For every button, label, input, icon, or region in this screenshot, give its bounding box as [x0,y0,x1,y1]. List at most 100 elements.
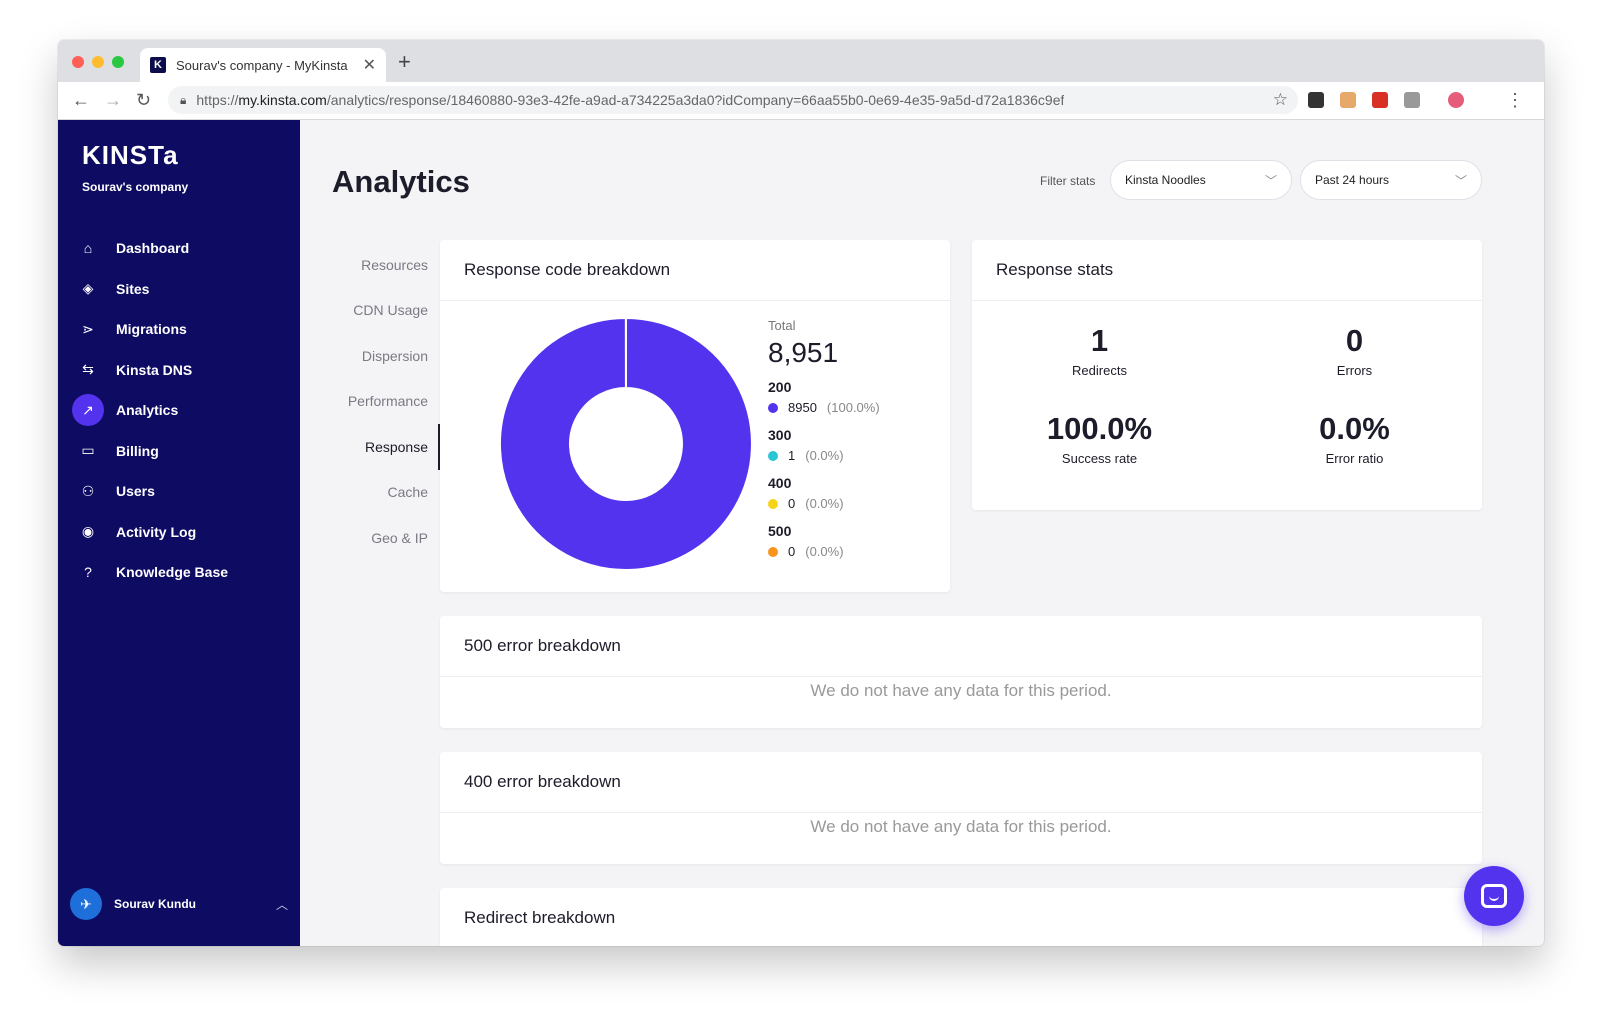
redirects-label: Redirects [1072,363,1127,378]
card-title: Redirect breakdown [440,888,1482,946]
sidebar-item-activity-log[interactable]: ◉ Activity Log [58,512,300,553]
legend-row: 1 (0.0%) [768,448,880,463]
minimize-window-button[interactable] [92,56,104,68]
dns-icon: ⇆ [82,361,94,378]
profile-avatar-icon[interactable] [1448,92,1464,108]
kinsta-logo[interactable]: KINSTa [82,140,179,171]
new-tab-icon[interactable]: + [398,51,411,73]
chevron-down-icon: ﹀ [1264,173,1277,188]
extension-book-icon[interactable] [1372,92,1388,108]
browser-window: K Sourav's company - MyKinsta ✕ + ← → ↻ … [58,40,1544,946]
total-value: 8,951 [768,337,839,368]
extension-shield-icon[interactable] [1308,92,1324,108]
subnav-cdn-usage[interactable]: CDN Usage [300,288,440,334]
legend-color-dot [768,546,778,557]
legend-row: 0 (0.0%) [768,496,880,511]
add-user-icon: ⚇ [81,482,95,499]
site-select[interactable]: Kinsta Noodles ﹀ [1110,160,1292,200]
code-percent: (100.0%) [826,400,880,415]
legend-entry-400: 400 0 (0.0%) [768,475,880,511]
subnav-performance[interactable]: Performance [300,379,440,425]
empty-state-message: We do not have any data for this period. [810,681,1112,700]
zoom-window-button[interactable] [112,56,124,68]
extension-camera-icon[interactable] [1404,92,1420,108]
code-count: 0 [788,544,796,559]
back-icon[interactable]: ← [72,90,90,110]
subnav-cache[interactable]: Cache [300,470,440,516]
user-menu[interactable]: ✈︎ Sourav Kundu ︿ [70,888,288,920]
url-text: https://my.kinsta.com/analytics/response… [196,92,1065,108]
error-ratio-label: Error ratio [1325,451,1384,466]
subnav-resources[interactable]: Resources [300,242,440,288]
lock-icon: 🔒︎ [180,92,187,107]
extension-face-icon[interactable] [1340,92,1356,108]
redirect-card: Redirect breakdown [440,888,1482,946]
browser-tab[interactable]: K Sourav's company - MyKinsta ✕ [140,48,386,82]
errors-stat: 0 Errors [1227,323,1482,378]
sidebar-item-analytics[interactable]: ↗ Analytics [58,390,300,431]
forward-icon[interactable]: → [104,90,122,110]
card-title: 500 error breakdown [440,616,1482,677]
code-percent: (0.0%) [805,544,844,559]
sidebar-nav: ⌂ Dashboard ◈ Sites ⋗ Migrations ⇆ Kinsta DNS ↗ A… [58,228,300,593]
chat-launcher-button[interactable] [1464,866,1524,926]
total-label: Total [768,318,796,333]
url-field[interactable]: 🔒︎ https://my.kinsta.com/analytics/respo… [168,86,1298,114]
analytics-subnav: Resources CDN Usage Dispersion Performance R… [300,242,440,561]
sidebar-item-knowledge-base[interactable]: ? Knowledge Base [58,552,300,593]
code-count: 0 [788,496,796,511]
success-rate-label: Success rate [1061,451,1138,466]
errors-value: 0 [1345,323,1364,358]
subnav-geo-ip[interactable]: Geo & IP [300,515,440,561]
legend-color-dot [768,450,778,461]
status-code: 400 [768,475,792,491]
bookmark-star-icon[interactable]: ☆ [1273,90,1288,110]
response-code-donut [500,318,752,570]
window-controls [72,56,124,68]
main-content: Analytics Filter stats Kinsta Noodles ﹀ … [300,120,1544,946]
card-title: 400 error breakdown [440,752,1482,813]
close-tab-icon[interactable]: ✕ [363,55,376,75]
subnav-dispersion[interactable]: Dispersion [300,333,440,379]
legend-entry-500: 500 0 (0.0%) [768,523,880,559]
status-code: 200 [768,379,792,395]
sidebar-item-users[interactable]: ⚇ Users [58,471,300,512]
sidebar-item-billing[interactable]: ▭ Billing [58,431,300,472]
response-code-legend: Total 8,951 200 8950 (100.0%) 300 1 (0.0%) 400… [768,318,880,571]
success-rate-stat: 100.0% Success rate [972,411,1227,466]
subnav-response[interactable]: Response [300,424,440,470]
card-title: Response stats [972,240,1482,301]
sidebar-item-dashboard[interactable]: ⌂ Dashboard [58,228,300,269]
tab-bar: K Sourav's company - MyKinsta ✕ + [58,40,1544,82]
migrate-icon: ⋗ [82,320,94,337]
chevron-up-icon[interactable]: ︿ [276,896,288,913]
close-window-button[interactable] [72,56,84,68]
sidebar-item-label: Analytics [116,402,179,419]
status-code: 500 [768,523,792,539]
legend-color-dot [768,498,778,509]
page-title: Analytics [332,164,470,199]
error-400-card: 400 error breakdown We do not have any d… [440,752,1482,864]
reload-icon[interactable]: ↻ [136,90,151,110]
period-select[interactable]: Past 24 hours ﹀ [1300,160,1482,200]
response-stats-card: Response stats 1 Redirects 0 Errors 100.… [972,240,1482,510]
app: KINSTa Sourav's company ⌂ Dashboard ◈ Sites… [58,120,1544,946]
sidebar-item-kinsta-dns[interactable]: ⇆ Kinsta DNS [58,350,300,391]
layers-icon: ◈ [82,280,94,297]
code-count: 8950 [788,400,817,415]
kinsta-favicon-icon: K [150,57,166,73]
sidebar-item-sites[interactable]: ◈ Sites [58,269,300,310]
redirects-value: 1 [1090,323,1109,358]
sidebar-item-label: Dashboard [116,240,190,257]
legend-entry-300: 300 1 (0.0%) [768,427,880,463]
browser-menu-icon[interactable]: ⋮ [1506,90,1524,111]
sidebar-item-label: Kinsta DNS [116,361,193,378]
sidebar-item-label: Migrations [116,321,187,338]
chat-icon [1481,884,1507,908]
redirects-stat: 1 Redirects [972,323,1227,378]
sidebar-item-migrations[interactable]: ⋗ Migrations [58,309,300,350]
success-rate-value: 100.0% [1046,411,1153,446]
legend-row: 8950 (100.0%) [768,400,880,415]
code-count: 1 [788,448,796,463]
legend-color-dot [768,402,778,413]
